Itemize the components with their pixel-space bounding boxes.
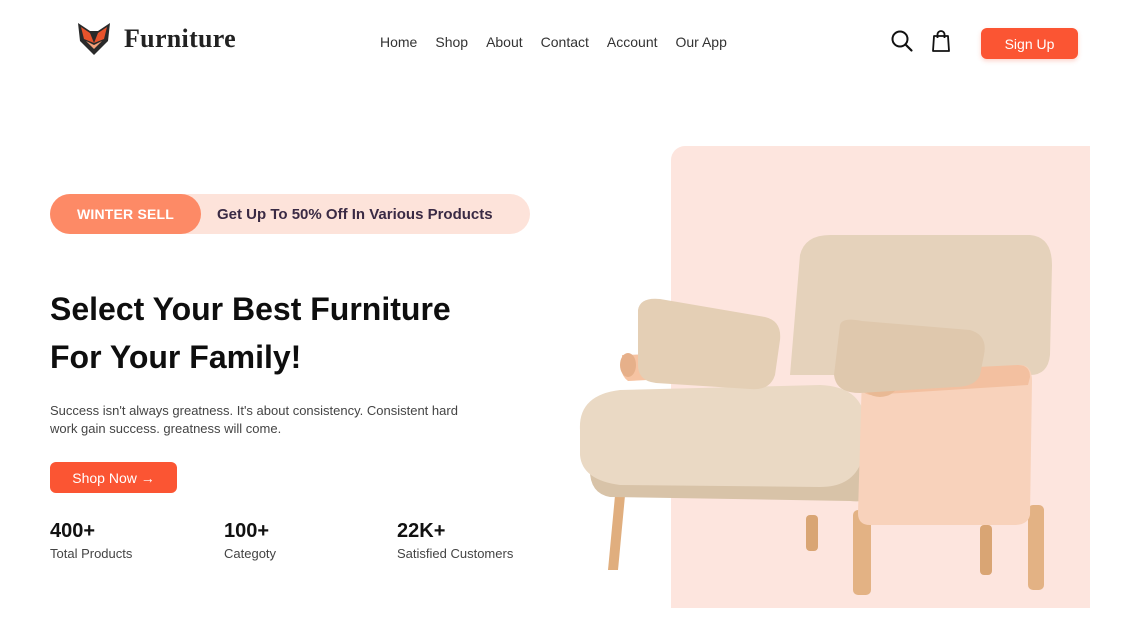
hero-headline-line2: For Your Family! bbox=[50, 339, 302, 375]
stat-label: Total Products bbox=[50, 546, 133, 561]
nav-item-our-app[interactable]: Our App bbox=[676, 34, 727, 50]
hero-headline: Select Your Best Furniture For Your Fami… bbox=[50, 285, 550, 381]
stat-value: 22K+ bbox=[397, 520, 446, 542]
shop-now-button[interactable]: Shop Now → bbox=[50, 462, 177, 493]
nav-item-contact[interactable]: Contact bbox=[541, 34, 589, 50]
stat-satisfied-customers: 22K+ Satisfied Customers bbox=[397, 518, 513, 561]
signup-button[interactable]: Sign Up bbox=[981, 28, 1078, 59]
stat-label: Categoty bbox=[224, 546, 277, 561]
stat-label: Satisfied Customers bbox=[397, 546, 514, 561]
hero-headline-line1: Select Your Best Furniture bbox=[50, 291, 451, 327]
stat-total-products: 400+ Total Products bbox=[50, 518, 132, 561]
stat-value: 100+ bbox=[224, 520, 270, 542]
armchair-image bbox=[579, 235, 1052, 595]
nav-item-about[interactable]: About bbox=[486, 34, 523, 50]
main-nav: Home Shop About Contact Account Our App bbox=[380, 34, 745, 50]
search-button[interactable] bbox=[889, 28, 915, 54]
brand-logo[interactable]: Furniture bbox=[76, 19, 236, 59]
nav-item-account[interactable]: Account bbox=[607, 34, 658, 50]
nav-item-home[interactable]: Home bbox=[380, 34, 417, 50]
hero-description: Success isn't always greatness. It's abo… bbox=[50, 403, 458, 436]
promo-tag: WINTER SELL bbox=[50, 194, 201, 234]
cart-button[interactable] bbox=[928, 28, 954, 54]
stat-category: 100+ Categoty bbox=[224, 518, 276, 561]
fox-logo-icon bbox=[78, 23, 110, 55]
promo-banner: WINTER SELL Get Up To 50% Off In Various… bbox=[50, 194, 530, 234]
stat-value: 400+ bbox=[50, 520, 96, 542]
nav-item-shop[interactable]: Shop bbox=[435, 34, 468, 50]
promo-text: Get Up To 50% Off In Various Products bbox=[217, 205, 493, 223]
shopping-bag-icon bbox=[932, 30, 950, 52]
site-header: Furniture Home Shop About Contact Accoun… bbox=[0, 0, 1128, 84]
search-icon bbox=[891, 30, 913, 52]
brand-name: Furniture bbox=[124, 24, 236, 53]
